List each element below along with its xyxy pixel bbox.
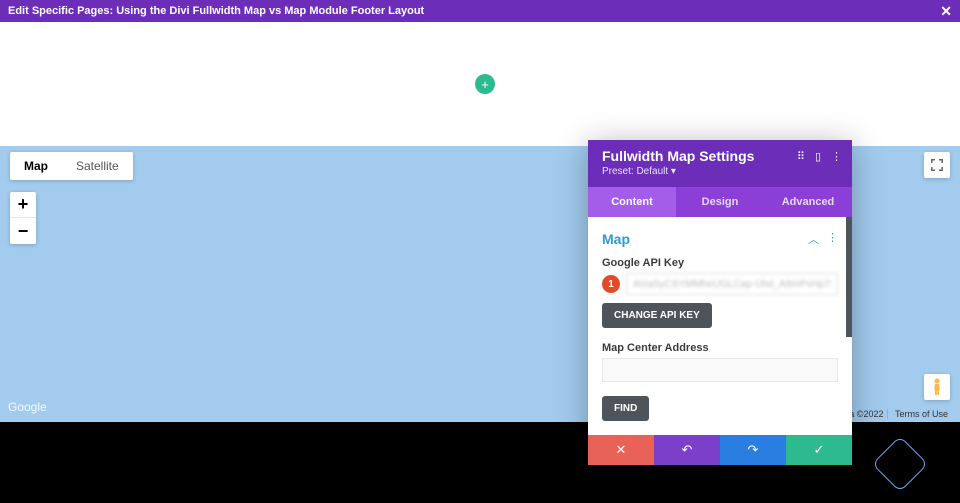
preset-selector[interactable]: Preset: Default ▾: [602, 166, 838, 177]
add-section-button[interactable]: +: [475, 74, 495, 94]
google-logo: Google: [8, 400, 47, 414]
map-type-switch: Map Satellite: [10, 152, 133, 180]
zoom-in-button[interactable]: +: [10, 192, 36, 218]
settings-tabs: Content Design Advanced: [588, 187, 852, 217]
pegman-icon[interactable]: [924, 374, 950, 400]
change-api-key-button[interactable]: CHANGE API KEY: [602, 303, 712, 328]
api-key-label: Google API Key: [602, 257, 838, 269]
section-header[interactable]: Map ︿ ⋮: [602, 231, 838, 247]
zoom-out-button[interactable]: −: [10, 218, 36, 244]
menu-icon[interactable]: ⋮: [831, 150, 842, 163]
tab-design[interactable]: Design: [676, 187, 764, 217]
redo-button[interactable]: ↷: [720, 435, 786, 465]
map-type-satellite[interactable]: Satellite: [62, 152, 133, 180]
address-label: Map Center Address: [602, 342, 838, 354]
map-center-address-input[interactable]: [602, 358, 838, 382]
close-icon[interactable]: ✕: [940, 3, 952, 20]
panel-body: Map ︿ ⋮ Google API Key 1 CHANGE API KEY …: [588, 217, 852, 435]
diamond-icon: [872, 436, 929, 493]
step-badge: 1: [602, 275, 620, 293]
page-header: Edit Specific Pages: Using the Divi Full…: [0, 0, 960, 22]
panel-header: Fullwidth Map Settings Preset: Default ▾…: [588, 140, 852, 187]
zoom-control: + −: [10, 192, 36, 244]
tab-advanced[interactable]: Advanced: [764, 187, 852, 217]
section-title: Map: [602, 231, 630, 247]
section-menu-icon[interactable]: ⋮: [827, 231, 838, 247]
save-button[interactable]: ✓: [786, 435, 852, 465]
map-type-map[interactable]: Map: [10, 152, 62, 180]
page-title: Edit Specific Pages: Using the Divi Full…: [8, 5, 424, 17]
api-key-input[interactable]: [626, 273, 838, 295]
drag-icon[interactable]: ⠿: [797, 150, 805, 163]
find-button[interactable]: FIND: [602, 396, 649, 421]
undo-button[interactable]: ↶: [654, 435, 720, 465]
cancel-button[interactable]: ✕: [588, 435, 654, 465]
module-settings-panel: Fullwidth Map Settings Preset: Default ▾…: [588, 140, 852, 465]
scrollbar[interactable]: [846, 217, 852, 337]
fullscreen-button[interactable]: [924, 152, 950, 178]
tab-content[interactable]: Content: [588, 187, 676, 217]
collapse-icon[interactable]: ︿: [808, 231, 819, 247]
responsive-icon[interactable]: ▯: [815, 150, 821, 163]
panel-footer: ✕ ↶ ↷ ✓: [588, 435, 852, 465]
